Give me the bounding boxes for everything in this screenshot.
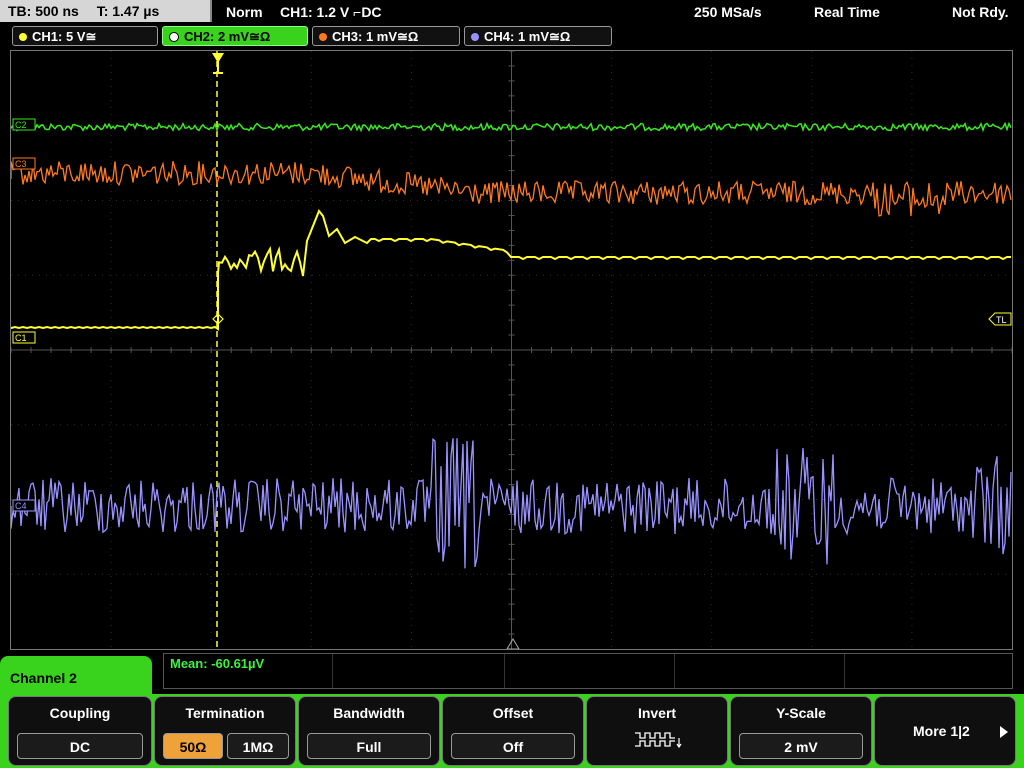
ch2-ground-marker[interactable]: C2 <box>12 118 36 131</box>
offset-value[interactable]: Off <box>451 733 575 759</box>
status-bar: TB: 500 ns T: 1.47 µs Norm CH1: 1.2 V ⌐D… <box>0 0 1024 24</box>
invert-softkey[interactable]: Invert <box>586 696 728 766</box>
offset-title: Offset <box>492 705 534 721</box>
termination-50ohm-option[interactable]: 50Ω <box>163 733 223 759</box>
trigger-level-label: TL <box>996 315 1007 325</box>
tab-ch2[interactable]: CH2: 2 mV≅Ω <box>162 26 308 46</box>
ch4-ground-marker[interactable]: C4 <box>12 499 36 512</box>
trigger-level-marker[interactable]: TL <box>988 312 1012 326</box>
invert-waveform-icon <box>635 732 682 749</box>
more-softkey[interactable]: More 1|2 <box>874 696 1016 766</box>
more-label: More 1|2 <box>913 723 970 739</box>
sample-rate: 250 MSa/s <box>694 4 762 20</box>
tab-ch4[interactable]: CH4: 1 mV≅Ω <box>464 26 612 46</box>
ch1-dot-icon <box>19 32 27 41</box>
ch2-label: CH2: 2 mV≅Ω <box>184 29 271 44</box>
channel-tabs: CH1: 5 V≅ CH2: 2 mV≅Ω CH3: 1 mV≅Ω CH4: 1… <box>0 26 1024 48</box>
measurement-divider <box>674 654 675 688</box>
ch1-marker-label: C1 <box>15 333 27 343</box>
mean-measurement: Mean: -60.61µV <box>170 656 265 671</box>
yscale-title: Y-Scale <box>776 705 826 721</box>
measurement-divider <box>844 654 845 688</box>
trigger-mode[interactable]: Norm <box>226 0 263 24</box>
tab-ch3[interactable]: CH3: 1 mV≅Ω <box>312 26 460 46</box>
trigger-position-marker-icon[interactable] <box>212 53 224 74</box>
acquisition-state: Not Rdy. <box>952 4 1009 20</box>
ch1-ground-marker[interactable]: C1 <box>12 331 36 344</box>
ch3-label: CH3: 1 mV≅Ω <box>332 29 419 44</box>
bandwidth-softkey[interactable]: Bandwidth Full <box>298 696 440 766</box>
ch1-label: CH1: 5 V≅ <box>32 29 97 44</box>
ch3-ground-marker[interactable]: C3 <box>12 157 36 170</box>
next-page-arrow-icon <box>1000 726 1008 738</box>
measurement-divider <box>504 654 505 688</box>
ch2-dot-icon <box>169 31 179 42</box>
channel-menu-title: Channel 2 <box>0 656 152 700</box>
yscale-value[interactable]: 2 mV <box>739 733 863 759</box>
ch2-marker-label: C2 <box>15 120 27 130</box>
waveform-display[interactable]: C2 C3 C1 C4 TL <box>10 50 1013 650</box>
termination-1mohm-option[interactable]: 1MΩ <box>227 733 289 759</box>
coupling-softkey[interactable]: Coupling DC <box>8 696 152 766</box>
measurement-area: Mean: -60.61µV <box>163 653 1013 689</box>
ch3-dot-icon <box>319 32 327 41</box>
trigger-time-value: T: 1.47 µs <box>96 3 160 19</box>
bandwidth-title: Bandwidth <box>333 705 405 721</box>
coupling-title: Coupling <box>49 705 111 721</box>
termination-title: Termination <box>185 705 265 721</box>
trigger-info[interactable]: CH1: 1.2 V ⌐DC <box>280 0 382 24</box>
bandwidth-value[interactable]: Full <box>307 733 431 759</box>
ch4-dot-icon <box>471 32 479 41</box>
measurement-divider <box>332 654 333 688</box>
horizontal-center-marker-icon <box>506 638 520 650</box>
timebase-value: TB: 500 ns <box>8 3 79 19</box>
ch3-marker-label: C3 <box>15 159 27 169</box>
acquisition-mode: Real Time <box>814 4 880 20</box>
yscale-softkey[interactable]: Y-Scale 2 mV <box>730 696 872 766</box>
timebase-box[interactable]: TB: 500 ns T: 1.47 µs <box>0 0 212 22</box>
ch4-label: CH4: 1 mV≅Ω <box>484 29 571 44</box>
offset-softkey[interactable]: Offset Off <box>442 696 584 766</box>
graticule-grid <box>10 50 1013 649</box>
ch4-marker-label: C4 <box>15 501 27 511</box>
termination-softkey[interactable]: Termination 50Ω 1MΩ <box>154 696 296 766</box>
waveform-canvas: C2 C3 C1 C4 TL <box>10 50 1013 650</box>
tab-ch1[interactable]: CH1: 5 V≅ <box>12 26 158 46</box>
invert-title: Invert <box>637 705 677 721</box>
coupling-value[interactable]: DC <box>17 733 143 759</box>
